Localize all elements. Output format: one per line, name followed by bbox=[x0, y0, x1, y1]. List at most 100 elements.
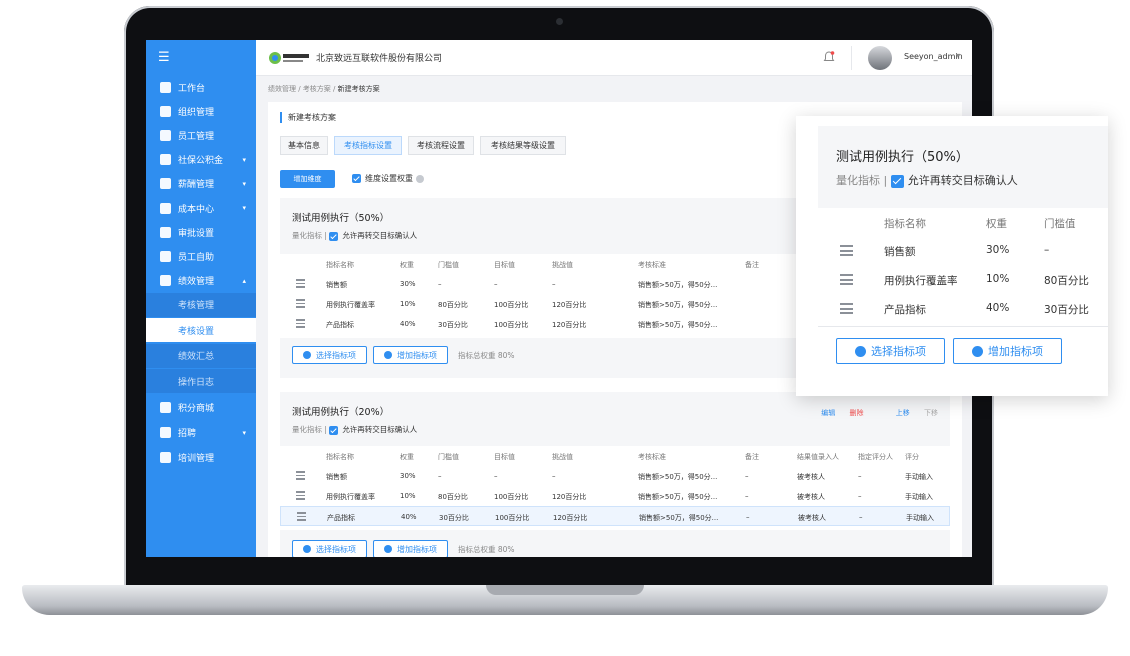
select-indicator-label: 选择指标项 bbox=[871, 345, 926, 358]
table-cell: 产品指标 bbox=[326, 321, 354, 329]
table-row[interactable]: 产品指标 40% 30百分比 100百分比 120百分比 销售额>50万，得50分... –… bbox=[280, 506, 950, 526]
add-indicator-button[interactable]: 增加指标项 bbox=[373, 346, 448, 364]
sidebar-item[interactable]: 培训管理 bbox=[146, 446, 256, 470]
column-header: 指标名称 bbox=[326, 453, 354, 461]
avatar[interactable] bbox=[868, 46, 892, 70]
select-indicator-button[interactable]: 选择指标项 bbox=[292, 540, 367, 557]
sidebar-item[interactable]: 绩效管理 ▴ bbox=[146, 269, 256, 293]
table-cell: 手动输入 bbox=[905, 473, 933, 481]
breadcrumb-item[interactable]: 考核方案 bbox=[303, 85, 331, 93]
sidebar-item[interactable]: 员工自助 bbox=[146, 244, 256, 268]
zoom-table-row[interactable]: 销售额 30% – bbox=[818, 236, 1108, 264]
column-header: 指定评分人 bbox=[858, 453, 893, 461]
sidebar-item[interactable]: 组织管理 bbox=[146, 99, 256, 123]
table-row[interactable]: 销售额 30% – – – 销售额>50万，得50分... – 被考核人 – 手动输入 bbox=[280, 466, 950, 486]
delete-link[interactable]: 删除 bbox=[850, 409, 864, 417]
zoom-table-row[interactable]: 用例执行覆盖率 10% 80百分比 bbox=[818, 265, 1108, 293]
chevron-icon: ▾ bbox=[242, 179, 246, 188]
sidebar-item-label: 组织管理 bbox=[178, 107, 215, 118]
weight-toggle[interactable]: 维度设置权重 bbox=[352, 173, 424, 184]
add-dimension-button[interactable]: 增加维度 bbox=[280, 170, 335, 188]
gift-icon bbox=[160, 402, 171, 414]
drag-handle-icon[interactable] bbox=[840, 303, 853, 314]
table-cell: 30% bbox=[400, 280, 416, 288]
drag-handle-icon[interactable] bbox=[840, 274, 853, 285]
table-cell: 120百分比 bbox=[552, 301, 587, 309]
table-cell: 30百分比 bbox=[439, 514, 469, 522]
table-cell: 用例执行覆盖率 bbox=[326, 301, 375, 309]
laptop-mockup: ☰ 工作台 组织管理 员工管理 社保公积金 ▾ 薪酬管理 ▾ 成本中心 ▾ 审批设置 员工自助 绩效管… bbox=[0, 0, 1130, 656]
sidebar-item[interactable]: 招聘 ▾ bbox=[146, 421, 256, 445]
zoom-table-row[interactable]: 产品指标 40% 30百分比 bbox=[818, 294, 1108, 322]
drag-handle-icon[interactable] bbox=[296, 471, 305, 480]
sidebar-item[interactable]: 社保公积金 ▾ bbox=[146, 148, 256, 172]
zoom-subtitle: 量化指标 | 允许再转交目标确认人 bbox=[836, 172, 1018, 188]
menu-toggle-icon[interactable]: ☰ bbox=[158, 50, 170, 65]
checkbox-icon[interactable] bbox=[329, 425, 339, 435]
desktop-icon bbox=[160, 81, 171, 93]
table-cell: 用例执行覆盖率 bbox=[326, 493, 375, 501]
sidebar-item-label: 成本中心 bbox=[178, 204, 215, 215]
table-cell: 30百分比 bbox=[1044, 304, 1089, 316]
allow-label: 允许再转交目标确认人 bbox=[907, 174, 1018, 187]
sidebar-item[interactable]: 员工管理 bbox=[146, 123, 256, 147]
select-indicator-button[interactable]: 选择指标项 bbox=[292, 346, 367, 364]
column-header: 权重 bbox=[400, 261, 414, 269]
table-cell: – bbox=[438, 472, 442, 480]
sidebar-subitem[interactable]: 考核管理 bbox=[146, 292, 256, 317]
table-cell: 被考核人 bbox=[797, 493, 825, 501]
sidebar-item[interactable]: 成本中心 ▾ bbox=[146, 196, 256, 220]
drag-handle-icon[interactable] bbox=[296, 319, 305, 328]
allow-label: 允许再转交目标确认人 bbox=[342, 231, 418, 240]
shield-icon bbox=[160, 154, 171, 166]
tab-grade-settings[interactable]: 考核结果等级设置 bbox=[480, 136, 566, 155]
add-indicator-button[interactable]: 增加指标项 bbox=[953, 338, 1062, 364]
tab-indicator-settings[interactable]: 考核指标设置 bbox=[334, 136, 402, 155]
breadcrumb: 绩效管理 / 考核方案 / 新建考核方案 bbox=[268, 84, 380, 94]
tab-basic-info[interactable]: 基本信息 bbox=[280, 136, 328, 155]
add-indicator-button[interactable]: 增加指标项 bbox=[373, 540, 448, 557]
sidebar-item[interactable]: 积分商城 bbox=[146, 396, 256, 420]
sidebar-item-label: 绩效管理 bbox=[178, 277, 215, 288]
breadcrumb-item[interactable]: 绩效管理 bbox=[268, 85, 296, 93]
select-icon bbox=[303, 545, 311, 553]
checkbox-icon[interactable] bbox=[329, 231, 339, 241]
chevron-down-icon[interactable]: ▾ bbox=[956, 51, 960, 60]
move-up-link[interactable]: 上移 bbox=[896, 409, 910, 417]
help-icon[interactable] bbox=[416, 174, 424, 183]
table-cell: 80百分比 bbox=[1044, 275, 1089, 287]
zoom-divider bbox=[818, 326, 1108, 327]
table-cell: – bbox=[858, 472, 862, 480]
drag-handle-icon[interactable] bbox=[296, 279, 305, 288]
plus-icon bbox=[972, 345, 983, 357]
username[interactable]: Seeyon_admin bbox=[904, 52, 963, 61]
table-cell: 销售额>50万，得50分... bbox=[638, 473, 718, 481]
sidebar-subitem[interactable]: 操作日志 bbox=[146, 369, 256, 394]
sidebar-subitem[interactable]: 考核设置 bbox=[146, 318, 256, 343]
sidebar-item[interactable]: 工作台 bbox=[146, 75, 256, 99]
drag-handle-icon[interactable] bbox=[840, 245, 853, 256]
graduation-icon bbox=[160, 452, 171, 464]
select-indicator-button[interactable]: 选择指标项 bbox=[836, 338, 945, 364]
table-cell: – bbox=[745, 472, 749, 480]
pipe: | bbox=[324, 231, 327, 240]
checkbox-icon[interactable] bbox=[352, 174, 361, 183]
move-down-link[interactable]: 下移 bbox=[924, 409, 938, 417]
column-header: 门槛值 bbox=[1044, 218, 1076, 230]
checkbox-icon[interactable] bbox=[890, 174, 904, 188]
sidebar-item[interactable]: 审批设置 bbox=[146, 220, 256, 244]
drag-handle-icon[interactable] bbox=[297, 512, 306, 521]
sidebar-item[interactable]: 薪酬管理 ▾ bbox=[146, 172, 256, 196]
column-header: 权重 bbox=[400, 453, 414, 461]
bell-icon[interactable] bbox=[822, 50, 836, 64]
table-row[interactable]: 用例执行覆盖率 10% 80百分比 100百分比 120百分比 销售额>50万，得50分.… bbox=[280, 486, 950, 506]
sidebar-subitem[interactable]: 绩效汇总 bbox=[146, 343, 256, 368]
drag-handle-icon[interactable] bbox=[296, 491, 305, 500]
edit-link[interactable]: 编辑 bbox=[821, 409, 835, 417]
drag-handle-icon[interactable] bbox=[296, 299, 305, 308]
top-header: 北京致远互联软件股份有限公司 Seeyon_admin ▾ bbox=[256, 40, 972, 76]
column-header: 门槛值 bbox=[438, 261, 459, 269]
tab-process-settings[interactable]: 考核流程设置 bbox=[408, 136, 474, 155]
column-header: 指标名称 bbox=[326, 261, 354, 269]
table-cell: – bbox=[858, 492, 862, 500]
